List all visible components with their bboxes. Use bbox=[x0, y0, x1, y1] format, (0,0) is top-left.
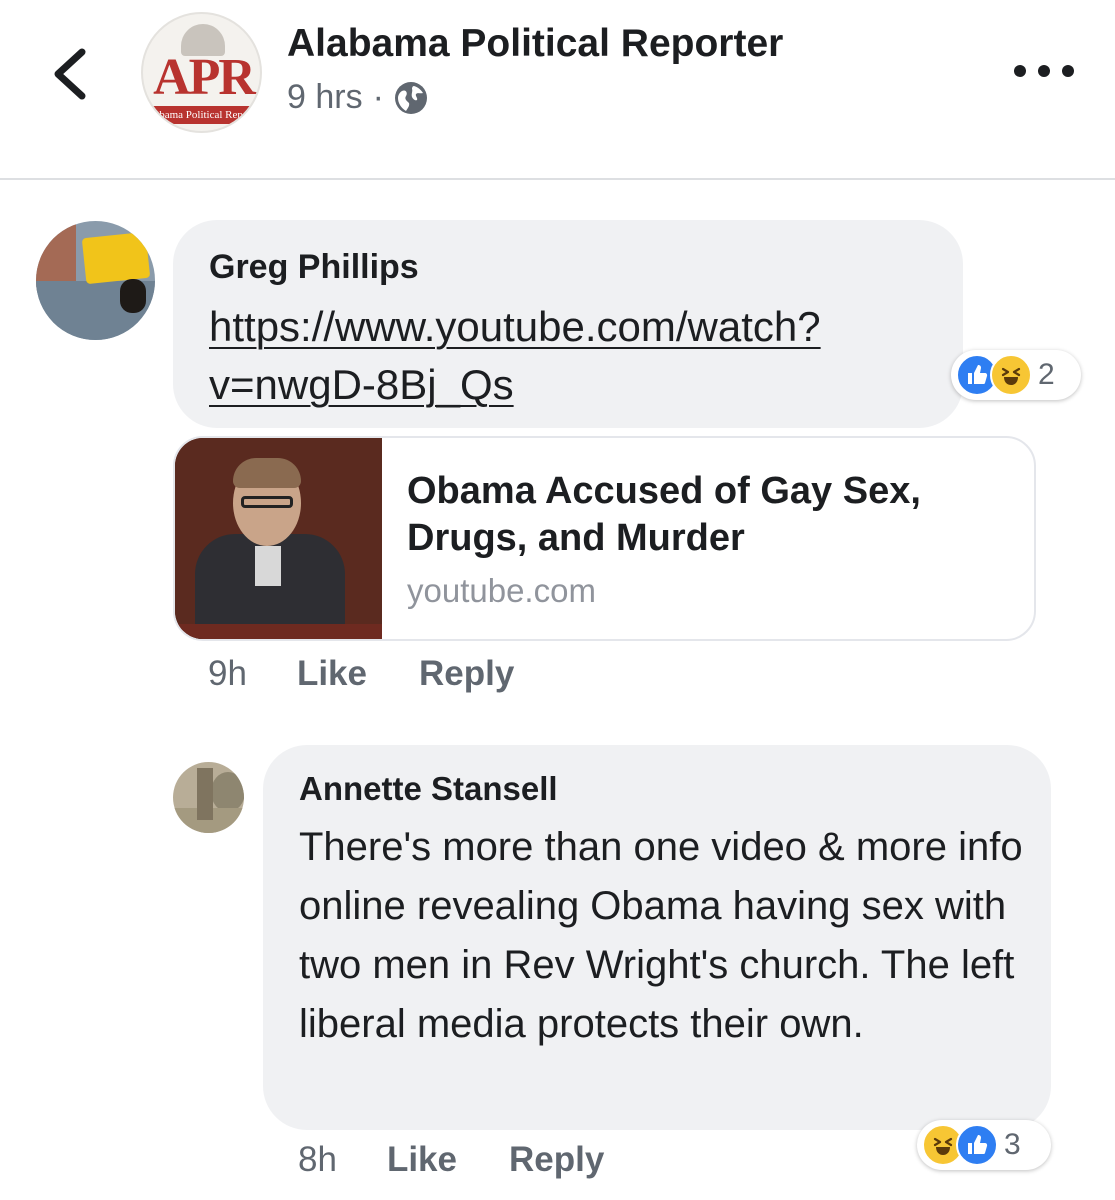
thumbnail-detail bbox=[233, 458, 301, 488]
avatar-photo-detail bbox=[197, 768, 213, 820]
reply-button[interactable]: Reply bbox=[419, 654, 514, 694]
comment-text: There's more than one video & more info … bbox=[299, 825, 1023, 1046]
avatar-photo-detail bbox=[81, 231, 151, 285]
post-meta: 9 hrs · bbox=[287, 78, 428, 117]
comment-time[interactable]: 9h bbox=[208, 654, 247, 694]
more-horizontal-icon-dot bbox=[1062, 65, 1074, 77]
meta-separator: · bbox=[372, 78, 384, 116]
thumbnail-detail bbox=[241, 496, 293, 508]
comment-author[interactable]: Annette Stansell bbox=[299, 770, 558, 808]
comment-time[interactable]: 8h bbox=[298, 1140, 337, 1180]
apr-logo-text: APR bbox=[153, 49, 256, 106]
comment-author[interactable]: Greg Phillips bbox=[209, 248, 419, 287]
link-preview-title: Obama Accused of Gay Sex, Drugs, and Mur… bbox=[407, 470, 921, 559]
globe-icon bbox=[394, 81, 428, 115]
like-button[interactable]: Like bbox=[297, 654, 367, 694]
back-button[interactable] bbox=[48, 46, 92, 102]
video-thumbnail bbox=[175, 438, 382, 639]
like-icon bbox=[956, 1124, 998, 1166]
reaction-summary[interactable]: 3 bbox=[917, 1120, 1051, 1170]
link-preview-domain: youtube.com bbox=[407, 572, 596, 609]
avatar-photo-detail bbox=[120, 279, 146, 313]
commenter-avatar[interactable] bbox=[36, 221, 155, 340]
post-time[interactable]: 9 hrs bbox=[287, 78, 363, 117]
comment-actions: 9h Like Reply bbox=[208, 654, 566, 694]
thumbnail-detail bbox=[175, 624, 382, 639]
commenter-avatar[interactable] bbox=[173, 762, 244, 833]
reply-button[interactable]: Reply bbox=[509, 1140, 604, 1180]
haha-icon bbox=[990, 354, 1032, 396]
comment-link[interactable]: https://www.youtube.com/watch?v=nwgD-8Bj… bbox=[209, 298, 949, 414]
more-options-button[interactable] bbox=[1014, 56, 1074, 86]
reaction-summary[interactable]: 2 bbox=[951, 350, 1081, 400]
thumbnail-detail bbox=[255, 546, 281, 586]
avatar-photo-detail bbox=[211, 772, 244, 812]
apr-logo-subtext: Alabama Political Reporter bbox=[143, 106, 260, 124]
more-horizontal-icon-dot bbox=[1014, 65, 1026, 77]
comment-actions: 8h Like Reply bbox=[298, 1140, 656, 1180]
like-button[interactable]: Like bbox=[387, 1140, 457, 1180]
reaction-count: 2 bbox=[1038, 358, 1055, 391]
post-header: APR Alabama Political Reporter Alabama P… bbox=[0, 0, 1115, 180]
page-name[interactable]: Alabama Political Reporter bbox=[287, 22, 783, 66]
more-horizontal-icon-dot bbox=[1038, 65, 1050, 77]
reaction-count: 3 bbox=[1004, 1128, 1021, 1161]
link-preview-card[interactable]: Obama Accused of Gay Sex, Drugs, and Mur… bbox=[173, 436, 1036, 641]
chevron-left-icon bbox=[54, 48, 86, 100]
page-avatar[interactable]: APR Alabama Political Reporter bbox=[141, 12, 262, 133]
